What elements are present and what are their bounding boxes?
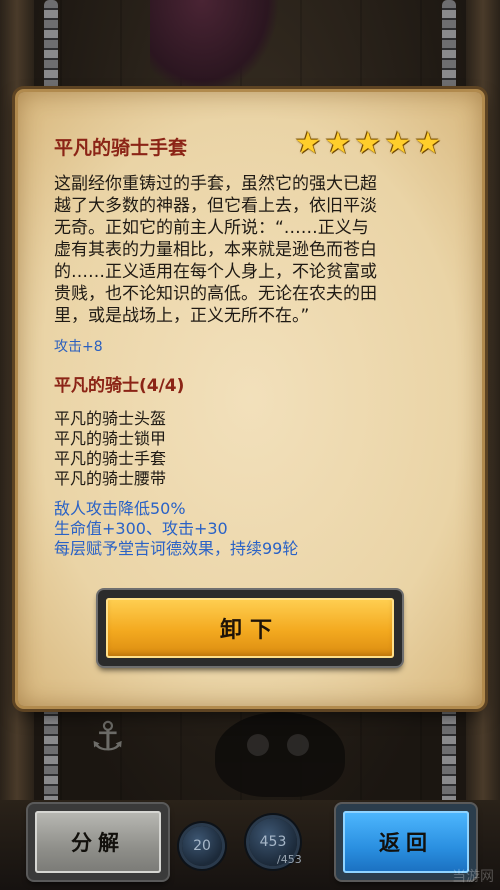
unequip-label: 卸下 (219, 618, 280, 643)
skull-flag-icon (215, 712, 345, 797)
description-line: 贵贱，也不论知识的高低。无论在农夫的田 (54, 284, 377, 304)
right-counter-max: /453 (277, 853, 302, 866)
left-counter-value: 20 (193, 838, 211, 854)
right-counter-value: 453 (259, 834, 287, 850)
set-bonus-list: 敌人攻击降低50% 生命值+300、攻击+30 每层赋予堂吉诃德效果，持续99轮 (54, 499, 298, 559)
star-icon: ★ (414, 126, 442, 161)
decompose-label: 分解 (71, 831, 125, 855)
back-label: 返回 (379, 831, 433, 855)
left-counter-badge: 20 (182, 826, 222, 866)
tentacle-decoration (150, 0, 280, 95)
description-line: 无奇。正如它的前主人所说：“……正义与 (54, 218, 369, 238)
decompose-button[interactable]: 分解 (28, 804, 168, 880)
description-line: 里，或是战场上，正义无所不在。” (54, 306, 310, 326)
set-item: 平凡的骑士腰带 (54, 469, 167, 488)
set-item-list: 平凡的骑士头盔 平凡的骑士锁甲 平凡的骑士手套 平凡的骑士腰带 (54, 409, 166, 489)
set-title: 平凡的骑士(4/4) (54, 376, 185, 396)
set-bonus: 每层赋予堂吉诃德效果，持续99轮 (54, 539, 299, 558)
set-bonus: 生命值+300、攻击+30 (54, 519, 228, 538)
chain-top-left (44, 0, 58, 95)
set-item: 平凡的骑士锁甲 (54, 429, 167, 448)
chain-bottom-right (442, 706, 456, 806)
description-line: 越了大多数的神器，但它看上去，依旧平淡 (54, 196, 377, 216)
decompose-button-face: 分解 (35, 811, 161, 873)
item-name: 平凡的骑士手套 (54, 137, 188, 159)
chain-bottom-left (44, 706, 58, 806)
description-line: 虚有其表的力量相比，本来就是逊色而苍白 (54, 240, 377, 260)
unequip-button[interactable]: 卸下 (98, 590, 402, 666)
description-line: 的……正义适用在每个人身上，不论贫富或 (54, 262, 377, 282)
star-icon: ★ (294, 126, 322, 161)
set-bonus: 敌人攻击降低50% (54, 499, 186, 518)
description-line: 这副经你重铸过的手套，虽然它的强大已超 (54, 174, 377, 194)
watermark: 当游网 (452, 869, 494, 885)
chain-top-right (442, 0, 456, 95)
set-item: 平凡的骑士头盔 (54, 409, 167, 428)
star-icon: ★ (324, 126, 352, 161)
star-icon: ★ (384, 126, 412, 161)
unequip-button-face: 卸下 (106, 598, 394, 658)
attack-bonus: 攻击+8 (54, 339, 103, 355)
anchor-icon: ⚓ (89, 714, 126, 760)
star-rating: ★ ★ ★ ★ ★ (294, 126, 444, 162)
star-icon: ★ (354, 126, 382, 161)
set-item: 平凡的骑士手套 (54, 449, 167, 468)
item-description: 这副经你重铸过的手套，虽然它的强大已超 越了大多数的神器，但它看上去，依旧平淡 … (54, 173, 439, 327)
back-button-face: 返回 (343, 811, 469, 873)
